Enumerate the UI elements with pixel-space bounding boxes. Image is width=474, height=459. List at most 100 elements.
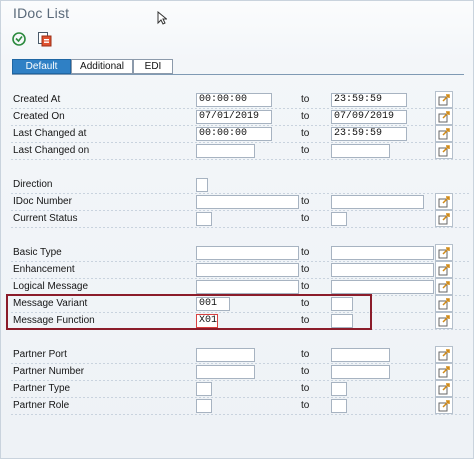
partner-port-to-input[interactable] xyxy=(331,348,390,362)
row-divider xyxy=(11,210,471,211)
row-divider xyxy=(11,125,471,126)
last-changed-at-from-input[interactable]: 00:00:00 xyxy=(196,127,272,141)
created-on-to-input[interactable]: 07/09/2019 xyxy=(331,110,407,124)
multiple-selection-button[interactable] xyxy=(435,142,453,159)
field-label: Created On xyxy=(13,111,65,122)
row-divider xyxy=(11,363,471,364)
field-label: Basic Type xyxy=(13,247,62,258)
range-to-label: to xyxy=(301,383,310,394)
enhancement-to-input[interactable] xyxy=(331,263,434,277)
multiple-selection-button[interactable] xyxy=(435,91,453,108)
basic-type-to-input[interactable] xyxy=(331,246,434,260)
row-divider xyxy=(11,329,471,330)
partner-type-from-input[interactable] xyxy=(196,382,212,396)
row-divider xyxy=(11,108,471,109)
multiple-selection-button[interactable] xyxy=(435,108,453,125)
idoc-list-screen: IDoc List Default Additional EDI Created… xyxy=(0,0,474,459)
row-message-variant: Message Variant 001 to xyxy=(11,295,471,313)
created-at-to-input[interactable]: 23:59:59 xyxy=(331,93,407,107)
range-to-label: to xyxy=(301,264,310,275)
row-divider xyxy=(11,414,471,415)
created-on-from-input[interactable]: 07/01/2019 xyxy=(196,110,272,124)
field-label: Created At xyxy=(13,94,61,105)
multiple-selection-icon xyxy=(438,383,450,395)
multiple-selection-icon xyxy=(438,366,450,378)
field-label: Partner Number xyxy=(13,366,85,377)
row-last-changed-on: Last Changed on to xyxy=(11,142,471,160)
row-divider xyxy=(11,193,471,194)
field-label: IDoc Number xyxy=(13,196,72,207)
message-function-from-input[interactable]: X01 xyxy=(196,314,218,328)
multiple-selection-icon xyxy=(438,400,450,412)
partner-role-from-input[interactable] xyxy=(196,399,212,413)
idoc-number-to-input[interactable] xyxy=(331,195,424,209)
enhancement-from-input[interactable] xyxy=(196,263,299,277)
range-to-label: to xyxy=(301,298,310,309)
logical-message-from-input[interactable] xyxy=(196,280,299,294)
field-label: Direction xyxy=(13,179,53,190)
row-last-changed-at: Last Changed at 00:00:00 to 23:59:59 xyxy=(11,125,471,143)
multiple-selection-button[interactable] xyxy=(435,380,453,397)
multiple-selection-icon xyxy=(438,128,450,140)
range-to-label: to xyxy=(301,366,310,377)
multiple-selection-button[interactable] xyxy=(435,125,453,142)
row-divider xyxy=(11,397,471,398)
field-label: Message Variant xyxy=(13,298,88,309)
row-direction: Direction xyxy=(11,178,471,194)
last-changed-at-to-input[interactable]: 23:59:59 xyxy=(331,127,407,141)
row-message-function: Message Function X01 to xyxy=(11,312,471,330)
range-to-label: to xyxy=(301,349,310,360)
direction-input[interactable] xyxy=(196,178,208,192)
field-label: Message Function xyxy=(13,315,95,326)
partner-port-from-input[interactable] xyxy=(196,348,255,362)
message-variant-to-input[interactable] xyxy=(331,297,353,311)
field-label: Logical Message xyxy=(13,281,89,292)
row-divider xyxy=(11,312,471,313)
multiple-selection-button[interactable] xyxy=(435,312,453,329)
multiple-selection-button[interactable] xyxy=(435,397,453,414)
row-partner-role: Partner Role to xyxy=(11,397,471,415)
current-status-to-input[interactable] xyxy=(331,212,347,226)
field-label: Partner Type xyxy=(13,383,71,394)
basic-type-from-input[interactable] xyxy=(196,246,299,260)
multiple-selection-button[interactable] xyxy=(435,295,453,312)
range-to-label: to xyxy=(301,196,310,207)
selection-form: Created At 00:00:00 to 23:59:59 Created … xyxy=(1,1,474,459)
multiple-selection-button[interactable] xyxy=(435,244,453,261)
row-divider xyxy=(11,227,471,228)
multiple-selection-icon xyxy=(438,94,450,106)
last-changed-on-from-input[interactable] xyxy=(196,144,255,158)
partner-number-from-input[interactable] xyxy=(196,365,255,379)
multiple-selection-button[interactable] xyxy=(435,346,453,363)
partner-number-to-input[interactable] xyxy=(331,365,390,379)
multiple-selection-button[interactable] xyxy=(435,261,453,278)
idoc-number-from-input[interactable] xyxy=(196,195,299,209)
range-to-label: to xyxy=(301,247,310,258)
range-to-label: to xyxy=(301,128,310,139)
multiple-selection-button[interactable] xyxy=(435,363,453,380)
created-at-from-input[interactable]: 00:00:00 xyxy=(196,93,272,107)
multiple-selection-icon xyxy=(438,298,450,310)
multiple-selection-icon xyxy=(438,349,450,361)
current-status-from-input[interactable] xyxy=(196,212,212,226)
multiple-selection-button[interactable] xyxy=(435,193,453,210)
row-divider xyxy=(11,380,471,381)
logical-message-to-input[interactable] xyxy=(331,280,434,294)
multiple-selection-icon xyxy=(438,196,450,208)
message-function-to-input[interactable] xyxy=(331,314,353,328)
row-logical-message: Logical Message to xyxy=(11,278,471,296)
range-to-label: to xyxy=(301,94,310,105)
partner-type-to-input[interactable] xyxy=(331,382,347,396)
multiple-selection-button[interactable] xyxy=(435,210,453,227)
last-changed-on-to-input[interactable] xyxy=(331,144,390,158)
multiple-selection-button[interactable] xyxy=(435,278,453,295)
row-partner-type: Partner Type to xyxy=(11,380,471,398)
row-basic-type: Basic Type to xyxy=(11,244,471,262)
field-label: Current Status xyxy=(13,213,78,224)
field-label: Partner Port xyxy=(13,349,67,360)
multiple-selection-icon xyxy=(438,213,450,225)
partner-role-to-input[interactable] xyxy=(331,399,347,413)
message-variant-from-input[interactable]: 001 xyxy=(196,297,230,311)
row-created-on: Created On 07/01/2019 to 07/09/2019 xyxy=(11,108,471,126)
row-enhancement: Enhancement to xyxy=(11,261,471,279)
